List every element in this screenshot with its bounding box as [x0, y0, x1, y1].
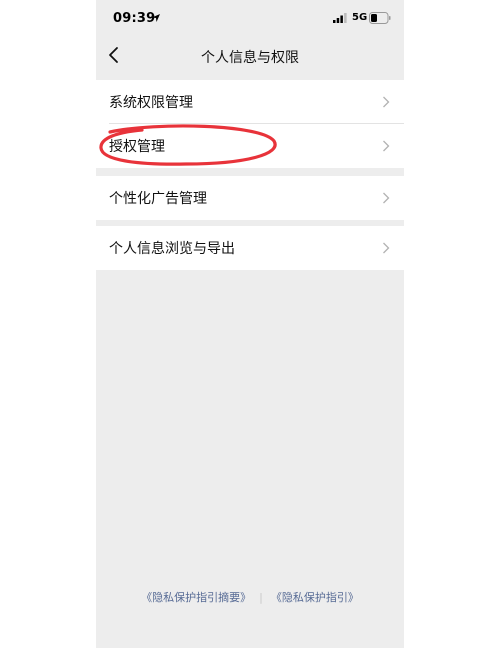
location-arrow-icon [152, 14, 160, 22]
status-bar: 09:39 5G [96, 0, 404, 36]
chevron-right-icon [383, 192, 390, 204]
menu-item-personalized-ads[interactable]: 个性化广告管理 [96, 176, 404, 220]
chevron-right-icon [383, 140, 390, 152]
phone-screen: 09:39 5G 个人信息与权限 系统权限管理 授权管理 个性化广告管理 个人信… [96, 0, 404, 648]
privacy-guide-link[interactable]: 《隐私保护指引》 [271, 591, 359, 604]
menu-item-label: 授权管理 [109, 139, 165, 155]
battery-icon [369, 12, 391, 24]
settings-group-2: 个性化广告管理 [96, 176, 404, 220]
page-title: 个人信息与权限 [201, 50, 299, 66]
footer-separator: | [259, 591, 263, 604]
settings-group-3: 个人信息浏览与导出 [96, 226, 404, 270]
menu-item-authorization-management[interactable]: 授权管理 [96, 124, 404, 168]
status-time: 09:39 [113, 11, 156, 26]
network-type: 5G [352, 12, 368, 23]
signal-icon [333, 13, 347, 23]
menu-item-personal-info-export[interactable]: 个人信息浏览与导出 [96, 226, 404, 270]
menu-item-label: 个人信息浏览与导出 [109, 241, 235, 257]
menu-item-label: 系统权限管理 [109, 95, 193, 111]
chevron-right-icon [383, 242, 390, 254]
chevron-right-icon [383, 96, 390, 108]
footer-links: 《隐私保护指引摘要》 | 《隐私保护指引》 [96, 589, 404, 605]
settings-group-1: 系统权限管理 授权管理 [96, 80, 404, 168]
privacy-summary-link[interactable]: 《隐私保护指引摘要》 [141, 591, 251, 604]
menu-item-label: 个性化广告管理 [109, 191, 207, 207]
menu-item-system-permissions[interactable]: 系统权限管理 [96, 80, 404, 124]
navigation-bar: 个人信息与权限 [96, 36, 404, 80]
